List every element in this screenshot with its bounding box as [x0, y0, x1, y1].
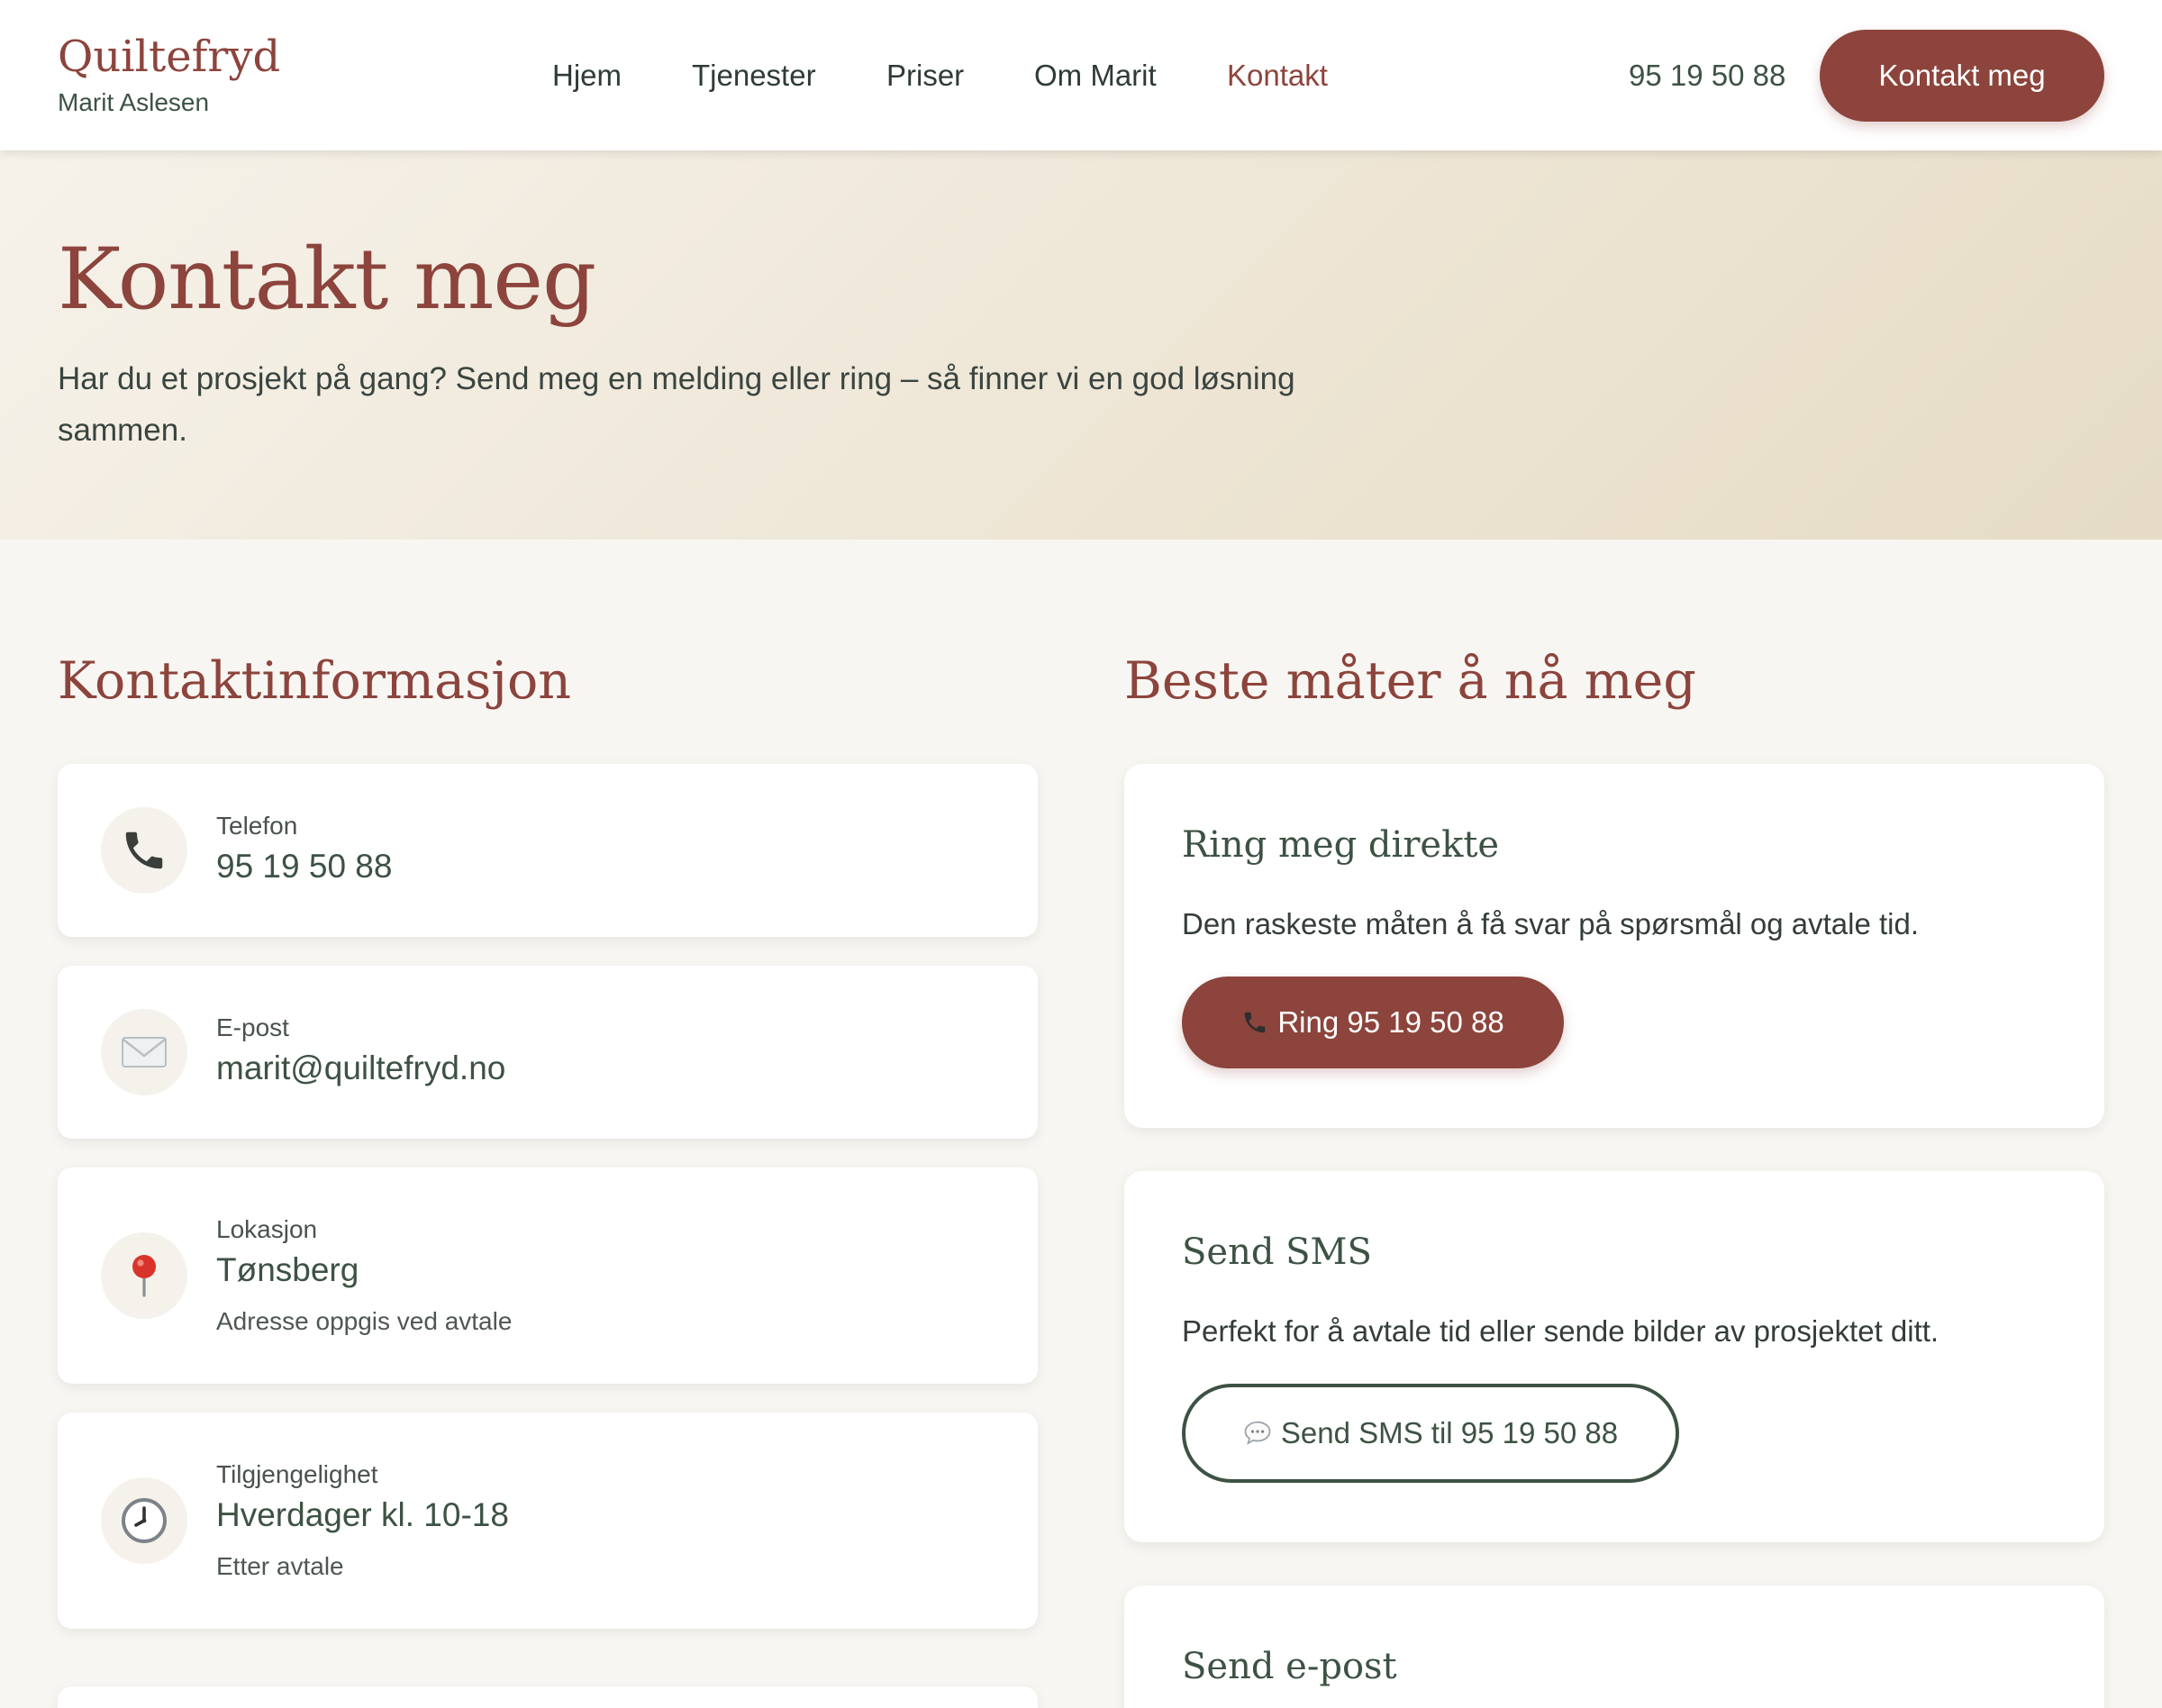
call-card-title: Ring meg direkte: [1182, 824, 1500, 866]
availability-value: Hverdager kl. 10-18: [216, 1496, 509, 1533]
brand-logo[interactable]: Quiltefryd Marit Aslesen: [58, 27, 280, 119]
contact-card-email: E-post marit@quiltefryd.no: [58, 966, 1038, 1139]
clock-icon: [101, 1477, 187, 1564]
site-header: Quiltefryd Marit Aslesen Hjem Tjenester …: [0, 0, 2162, 150]
sms-card: Send SMS Perfekt for å avtale tid eller …: [1124, 1171, 2104, 1542]
email-label: E-post: [216, 1013, 289, 1041]
contact-card-next: [58, 1686, 1038, 1708]
contact-me-button[interactable]: Kontakt meg: [1820, 30, 2104, 122]
nav-services[interactable]: Tjenester: [692, 58, 816, 94]
call-card-description: Den raskeste måten å få svar på spørsmål…: [1182, 907, 1920, 940]
phone-label: Telefon: [216, 812, 298, 840]
sms-card-title: Send SMS: [1182, 1231, 1372, 1273]
envelope-icon: [101, 1009, 187, 1095]
contact-card-availability: Tilgjengelighet Hverdager kl. 10-18 Ette…: [58, 1413, 1038, 1629]
location-label: Lokasjon: [216, 1215, 318, 1243]
header-phone-link[interactable]: 95 19 50 88: [1629, 58, 1785, 94]
speech-bubble-icon: [1243, 1420, 1272, 1447]
sms-button[interactable]: Send SMS til 95 19 50 88: [1182, 1384, 1679, 1483]
sms-card-description: Perfekt for å avtale tid eller sende bil…: [1182, 1314, 1939, 1348]
reach-heading: Beste måter å nå meg: [1124, 651, 1696, 711]
nav-prices[interactable]: Priser: [886, 58, 964, 94]
phone-icon: [1241, 1009, 1268, 1036]
email-card: Send e-post: [1124, 1585, 2104, 1708]
sms-button-label: Send SMS til 95 19 50 88: [1280, 1416, 1619, 1449]
phone-icon: [101, 807, 187, 894]
nav-about[interactable]: Om Marit: [1034, 58, 1157, 94]
brand-subtitle: Marit Aslesen: [58, 88, 210, 116]
hero-lead-text: Har du et prosjekt på gang? Send meg en …: [58, 361, 1295, 448]
email-card-title: Send e-post: [1182, 1646, 1397, 1687]
call-button-label: Ring 95 19 50 88: [1277, 1005, 1504, 1039]
page-title: Kontakt meg: [58, 231, 596, 329]
availability-note: Etter avtale: [216, 1552, 344, 1580]
contact-card-location: Lokasjon Tønsberg Adresse oppgis ved avt…: [58, 1167, 1038, 1384]
nav-contact[interactable]: Kontakt: [1227, 58, 1328, 94]
call-button[interactable]: Ring 95 19 50 88: [1182, 977, 1564, 1068]
page-hero: Kontakt meg Har du et prosjekt på gang? …: [0, 150, 2162, 540]
pin-icon: [101, 1232, 187, 1319]
contact-info-heading: Kontaktinformasjon: [58, 651, 571, 711]
availability-label: Tilgjengelighet: [216, 1460, 378, 1488]
location-value: Tønsberg: [216, 1251, 359, 1288]
location-note: Adresse oppgis ved avtale: [216, 1307, 513, 1335]
call-card: Ring meg direkte Den raskeste måten å få…: [1124, 764, 2104, 1128]
brand-name: Quiltefryd: [58, 32, 281, 82]
contact-card-phone: Telefon 95 19 50 88: [58, 764, 1038, 937]
nav-home[interactable]: Hjem: [552, 58, 622, 94]
phone-value[interactable]: 95 19 50 88: [216, 847, 392, 886]
email-value[interactable]: marit@quiltefryd.no: [216, 1049, 505, 1088]
